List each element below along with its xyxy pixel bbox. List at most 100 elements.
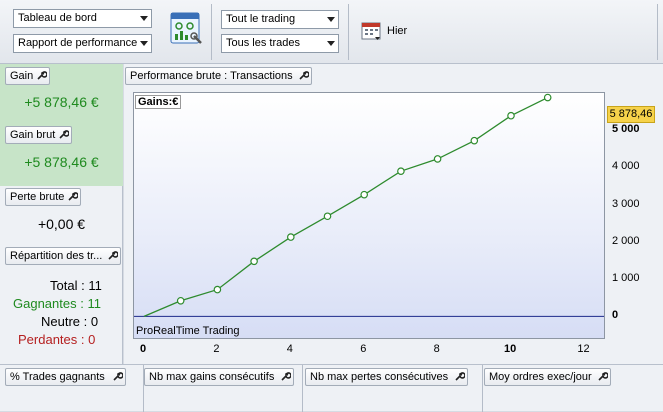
wrench-icon bbox=[37, 71, 47, 80]
wrench-icon bbox=[108, 251, 118, 260]
x-tick-label: 4 bbox=[286, 343, 293, 355]
separator: : bbox=[80, 332, 85, 347]
data-point[interactable] bbox=[397, 167, 405, 175]
moy-ordres-button[interactable]: Moy ordres exec/jour bbox=[484, 368, 611, 386]
neutre-row: Neutre : 0 bbox=[41, 313, 98, 331]
chart-legend: Gains:€ bbox=[135, 95, 182, 109]
x-axis: 0 2 4 6 8 10 12 bbox=[133, 341, 605, 359]
wrench-icon bbox=[113, 372, 123, 381]
report-select[interactable]: Rapport de performance bbox=[13, 34, 152, 53]
max-gains-label: Nb max gains consécutifs bbox=[149, 371, 275, 383]
perte-brute-button[interactable]: Perte brute bbox=[5, 188, 81, 206]
neutre-label: Neutre bbox=[41, 314, 81, 329]
gain-label: Gain bbox=[10, 70, 34, 82]
wrench-icon bbox=[455, 372, 465, 381]
performance-tab-label: Performance brute : Transactions bbox=[130, 70, 293, 82]
x-tick-label: 2 bbox=[213, 343, 220, 355]
toolbar-divider bbox=[657, 4, 658, 60]
bottom-panel: % Trades gagnants Nb max gains consécuti… bbox=[0, 364, 663, 412]
gagnantes-value: 11 bbox=[87, 296, 101, 311]
separator: : bbox=[81, 278, 85, 293]
repartition-label: Répartition des tr... bbox=[10, 250, 103, 262]
toolbar-divider bbox=[348, 4, 349, 60]
perdantes-value: 0 bbox=[88, 332, 96, 347]
wrench-icon bbox=[598, 372, 608, 381]
wrench-icon bbox=[68, 192, 78, 201]
gain-brut-value: +5 878,46 € bbox=[24, 154, 99, 170]
perte-brute-value: +0,00 € bbox=[37, 216, 86, 232]
data-point[interactable] bbox=[176, 296, 185, 305]
max-gains-button[interactable]: Nb max gains consécutifs bbox=[144, 368, 294, 386]
trades-gagnants-label: % Trades gagnants bbox=[10, 371, 105, 383]
gain-brut-label: Gain brut bbox=[10, 129, 56, 141]
chevron-down-icon bbox=[326, 35, 336, 52]
data-point[interactable] bbox=[250, 257, 258, 266]
gain-button[interactable]: Gain bbox=[5, 67, 50, 85]
chart-watermark: ProRealTime Trading bbox=[136, 325, 240, 337]
chevron-down-icon bbox=[139, 10, 149, 27]
trading-select[interactable]: Tout le trading bbox=[221, 10, 339, 29]
chevron-down-icon bbox=[139, 35, 149, 52]
trades-select[interactable]: Tous les trades bbox=[221, 34, 339, 53]
data-point[interactable] bbox=[470, 136, 479, 145]
trades-gagnants-button[interactable]: % Trades gagnants bbox=[5, 368, 126, 386]
data-point[interactable] bbox=[287, 233, 295, 241]
data-point[interactable] bbox=[433, 155, 442, 163]
total-label: Total bbox=[50, 278, 78, 293]
gains-series-line bbox=[143, 96, 548, 318]
x-tick-label: 6 bbox=[360, 343, 367, 355]
trading-select-value: Tout le trading bbox=[226, 13, 296, 25]
view-select[interactable]: Tableau de bord bbox=[13, 9, 152, 28]
dashboard-settings-icon[interactable] bbox=[170, 12, 204, 48]
chart-plot-area[interactable]: Gains:€ ProRealTime Trading bbox=[133, 92, 605, 339]
chart-svg bbox=[134, 93, 604, 318]
calendar-icon[interactable] bbox=[361, 20, 383, 42]
wrench-icon bbox=[59, 130, 69, 139]
perdantes-label: Perdantes bbox=[18, 332, 78, 347]
x-tick-label: 0 bbox=[140, 343, 147, 355]
total-row: Total : 11 bbox=[50, 277, 102, 295]
max-pertes-label: Nb max pertes consécutives bbox=[310, 371, 449, 383]
neutre-value: 0 bbox=[90, 314, 99, 329]
total-value: 11 bbox=[88, 278, 102, 293]
wrench-icon bbox=[299, 71, 309, 80]
last-value-marker: 5 878,46 bbox=[607, 106, 655, 123]
separator: : bbox=[80, 296, 84, 311]
separator: : bbox=[83, 314, 88, 329]
x-tick-label: 10 bbox=[504, 343, 517, 355]
perdantes-row: Perdantes : 0 bbox=[18, 331, 95, 349]
wrench-icon bbox=[281, 372, 291, 381]
repartition-button[interactable]: Répartition des tr... bbox=[5, 247, 121, 265]
trades-select-value: Tous les trades bbox=[226, 37, 300, 49]
toolbar-divider bbox=[211, 4, 212, 60]
x-tick-label: 12 bbox=[577, 343, 590, 355]
y-tick-label: 3 000 bbox=[612, 197, 640, 210]
x-tick-label: 8 bbox=[433, 343, 440, 355]
view-select-value: Tableau de bord bbox=[18, 12, 97, 24]
chevron-down-icon bbox=[326, 11, 336, 28]
data-point[interactable] bbox=[543, 93, 552, 102]
y-tick-label: 0 bbox=[612, 309, 619, 322]
data-point[interactable] bbox=[213, 285, 222, 294]
y-tick-label: 4 000 bbox=[612, 160, 640, 173]
moy-ordres-label: Moy ordres exec/jour bbox=[489, 371, 592, 383]
toolbar: Tableau de bord Rapport de performance T… bbox=[0, 0, 663, 64]
max-pertes-button[interactable]: Nb max pertes consécutives bbox=[305, 368, 468, 386]
y-tick-label: 5 000 bbox=[612, 123, 640, 136]
gain-brut-button[interactable]: Gain brut bbox=[5, 126, 72, 144]
summary-panel: Gain +5 878,46 € Gain brut +5 878,46 € P… bbox=[0, 64, 123, 364]
report-select-value: Rapport de performance bbox=[18, 37, 138, 49]
y-tick-label: 1 000 bbox=[612, 272, 640, 285]
y-axis: 0 1 000 2 000 3 000 4 000 5 000 bbox=[606, 92, 663, 342]
gagnantes-label: Gagnantes bbox=[13, 296, 77, 311]
y-tick-label: 2 000 bbox=[612, 234, 640, 247]
perte-brute-label: Perte brute bbox=[10, 191, 65, 203]
period-label[interactable]: Hier bbox=[387, 25, 407, 37]
performance-tab[interactable]: Performance brute : Transactions bbox=[125, 67, 312, 85]
gagnantes-row: Gagnantes : 11 bbox=[13, 295, 101, 313]
gain-value: +5 878,46 € bbox=[24, 94, 99, 110]
data-point[interactable] bbox=[360, 190, 369, 199]
data-point[interactable] bbox=[507, 111, 515, 120]
divider bbox=[302, 365, 303, 412]
data-point[interactable] bbox=[323, 212, 332, 221]
